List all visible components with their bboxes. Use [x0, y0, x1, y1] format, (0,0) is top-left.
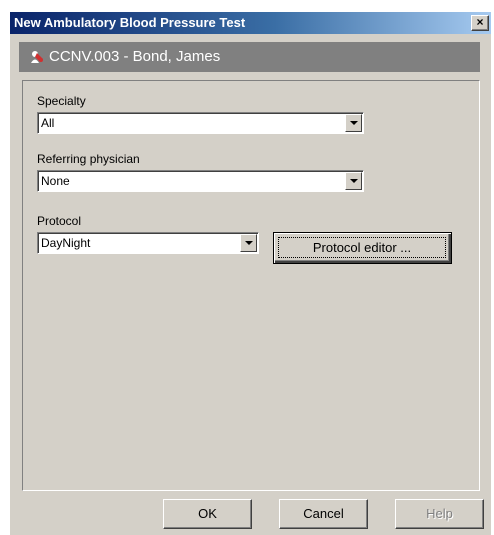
ok-button[interactable]: OK — [163, 499, 252, 529]
form-panel: Specialty All Referring physician None P… — [22, 80, 480, 491]
help-button[interactable]: Help — [395, 499, 484, 529]
protocol-select[interactable]: DayNight — [37, 232, 259, 254]
protocol-editor-label: Protocol editor ... — [278, 237, 446, 258]
referring-physician-select[interactable]: None — [37, 170, 364, 192]
specialty-value: All — [41, 116, 55, 130]
close-button[interactable]: × — [471, 15, 489, 31]
dialog-window: New Ambulatory Blood Pressure Test × CCN… — [10, 12, 491, 535]
patient-header: CCNV.003 - Bond, James — [19, 42, 480, 72]
specialty-select[interactable]: All — [37, 112, 364, 134]
specialty-label: Specialty — [37, 94, 86, 108]
cancel-button[interactable]: Cancel — [279, 499, 368, 529]
protocol-label: Protocol — [37, 214, 82, 228]
window-title: New Ambulatory Blood Pressure Test — [14, 15, 246, 30]
chevron-down-icon[interactable] — [240, 234, 257, 252]
chevron-down-icon[interactable] — [345, 172, 362, 190]
referring-physician-value: None — [41, 174, 70, 188]
title-bar[interactable]: New Ambulatory Blood Pressure Test × — [10, 12, 491, 34]
patient-icon — [31, 51, 43, 63]
protocol-value: DayNight — [41, 236, 91, 250]
protocol-editor-button[interactable]: Protocol editor ... — [273, 232, 452, 264]
patient-label: CCNV.003 - Bond, James — [49, 48, 221, 65]
close-icon: × — [476, 15, 484, 29]
referring-physician-label: Referring physician — [37, 152, 140, 166]
chevron-down-icon[interactable] — [345, 114, 362, 132]
ok-label: OK — [198, 506, 217, 521]
help-label: Help — [426, 506, 453, 521]
cancel-label: Cancel — [303, 506, 344, 521]
